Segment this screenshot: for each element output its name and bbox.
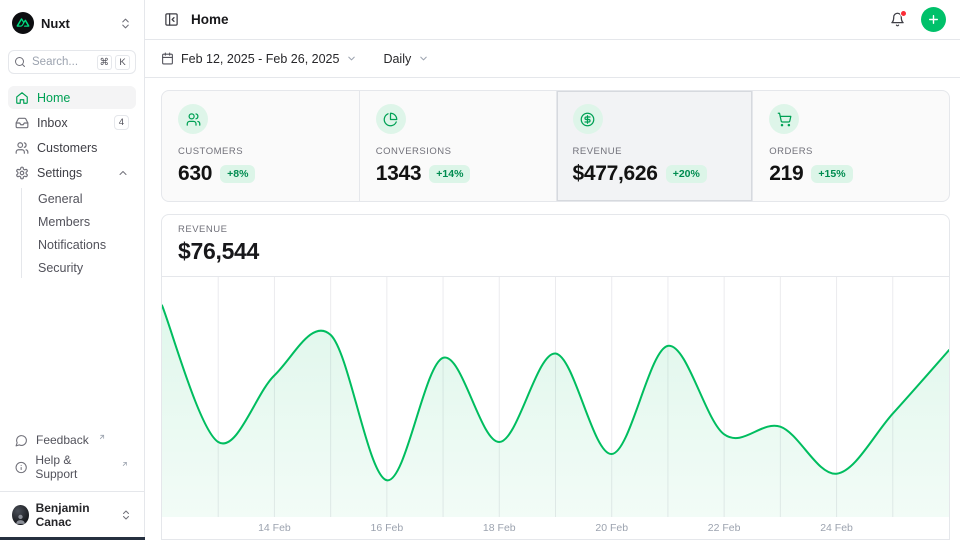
- sidebar-nav: Home Inbox 4 Customers Settings General: [8, 86, 136, 278]
- chart-metric-value: $76,544: [178, 238, 933, 265]
- settings-sub-list: General Members Notifications Security: [21, 188, 136, 278]
- message-bubble-icon: [15, 434, 28, 447]
- sidebar-item-customers[interactable]: Customers: [8, 136, 136, 159]
- sidebar-divider: [0, 491, 144, 492]
- search-input[interactable]: ⌘ K: [8, 50, 136, 74]
- sidebar-item-settings[interactable]: Settings: [8, 161, 136, 184]
- external-link-icon: [98, 433, 106, 441]
- stat-card-customers[interactable]: CUSTOMERS 630 +8%: [162, 91, 359, 201]
- sidebar-item-inbox[interactable]: Inbox 4: [8, 111, 136, 134]
- workspace-name: Nuxt: [41, 16, 70, 31]
- page-title: Home: [191, 12, 229, 27]
- help-support-link[interactable]: Help & Support: [8, 450, 136, 484]
- stat-card-conversions[interactable]: CONVERSIONS 1343 +14%: [359, 91, 556, 201]
- stat-card-revenue[interactable]: REVENUE $477,626 +20%: [556, 91, 753, 201]
- revenue-area-chart[interactable]: [162, 277, 949, 517]
- revenue-chart-card: REVENUE $76,544: [161, 214, 950, 540]
- sidebar-item-label: Home: [37, 91, 70, 105]
- dollar-circle-icon: [573, 104, 603, 134]
- gear-icon: [15, 166, 29, 180]
- feedback-link[interactable]: Feedback: [8, 430, 136, 450]
- kbd-k: K: [115, 55, 130, 70]
- stat-label: REVENUE: [573, 146, 737, 157]
- chevron-up-icon: [117, 167, 129, 179]
- help-support-label: Help & Support: [35, 453, 112, 481]
- notifications-button[interactable]: [886, 9, 908, 31]
- x-axis-label: 24 Feb: [820, 522, 853, 534]
- search-shortcut: ⌘ K: [97, 55, 131, 70]
- home-icon: [15, 91, 29, 105]
- users-icon: [15, 141, 29, 155]
- sidebar-item-label: Settings: [37, 166, 82, 180]
- stats-row: CUSTOMERS 630 +8% CONVERSIONS 1343 +14%: [161, 90, 950, 202]
- sidebar-item-notifications[interactable]: Notifications: [32, 234, 136, 255]
- sidebar-item-general[interactable]: General: [32, 188, 136, 209]
- add-button[interactable]: [921, 7, 946, 32]
- stat-value: 1343: [376, 162, 422, 186]
- filter-toolbar: Feb 12, 2025 - Feb 26, 2025 Daily: [145, 40, 960, 78]
- external-link-icon: [121, 460, 129, 468]
- notification-dot: [900, 10, 907, 17]
- chevron-up-down-icon: [119, 17, 132, 30]
- sidebar-item-label: Inbox: [37, 116, 68, 130]
- pie-chart-icon: [376, 104, 406, 134]
- sidebar-item-label: Customers: [37, 141, 97, 155]
- inbox-count-badge: 4: [114, 115, 129, 130]
- nuxt-logo-icon: [12, 12, 34, 34]
- chevron-up-down-icon: [120, 509, 132, 521]
- workspace-switcher[interactable]: Nuxt: [8, 8, 136, 38]
- sidebar: Nuxt ⌘ K Home Inbox 4: [0, 0, 145, 540]
- user-menu[interactable]: Benjamin Canac: [8, 498, 136, 532]
- calendar-icon: [161, 52, 174, 65]
- period-label: Daily: [383, 52, 411, 66]
- stat-value: $477,626: [573, 162, 658, 186]
- dashboard-content: CUSTOMERS 630 +8% CONVERSIONS 1343 +14%: [145, 78, 960, 540]
- main-panel: Home Feb 12, 2025 - Feb 26, 2025 Daily: [145, 0, 960, 540]
- chart-header: REVENUE $76,544: [162, 215, 949, 277]
- sidebar-item-security[interactable]: Security: [32, 257, 136, 278]
- stat-delta-badge: +20%: [666, 165, 707, 183]
- stat-value: 219: [769, 162, 803, 186]
- page-header: Home: [145, 0, 960, 40]
- users-icon: [178, 104, 208, 134]
- chart-metric-label: REVENUE: [178, 224, 933, 235]
- search-field[interactable]: [32, 56, 80, 68]
- plus-icon: [927, 13, 940, 26]
- chevron-down-icon: [418, 53, 429, 64]
- date-range-label: Feb 12, 2025 - Feb 26, 2025: [181, 52, 339, 66]
- feedback-label: Feedback: [36, 433, 89, 447]
- x-axis-label: 14 Feb: [258, 522, 291, 534]
- stat-card-orders[interactable]: ORDERS 219 +15%: [752, 91, 949, 201]
- sidebar-item-home[interactable]: Home: [8, 86, 136, 109]
- panel-collapse-icon: [164, 12, 179, 27]
- app-window: Nuxt ⌘ K Home Inbox 4: [0, 0, 960, 540]
- shopping-cart-icon: [769, 104, 799, 134]
- user-name: Benjamin Canac: [36, 501, 113, 529]
- x-axis-label: 20 Feb: [595, 522, 628, 534]
- search-icon: [14, 56, 26, 68]
- stat-delta-badge: +8%: [220, 165, 255, 183]
- inbox-icon: [15, 116, 29, 130]
- x-axis-label: 16 Feb: [370, 522, 403, 534]
- sidebar-item-members[interactable]: Members: [32, 211, 136, 232]
- chevron-down-icon: [346, 53, 357, 64]
- period-select[interactable]: Daily: [383, 52, 429, 66]
- stat-delta-badge: +14%: [429, 165, 470, 183]
- kbd-command: ⌘: [97, 55, 113, 70]
- info-circle-icon: [15, 461, 27, 474]
- stat-label: ORDERS: [769, 146, 933, 157]
- stat-label: CONVERSIONS: [376, 146, 540, 157]
- x-axis-label: 18 Feb: [483, 522, 516, 534]
- date-range-picker[interactable]: Feb 12, 2025 - Feb 26, 2025: [161, 52, 357, 66]
- stat-label: CUSTOMERS: [178, 146, 343, 157]
- avatar: [12, 505, 29, 525]
- sidebar-collapse-button[interactable]: [161, 10, 181, 30]
- stat-value: 630: [178, 162, 212, 186]
- x-axis: 14 Feb 16 Feb 18 Feb 20 Feb 22 Feb 24 Feb: [162, 517, 949, 539]
- stat-delta-badge: +15%: [811, 165, 852, 183]
- x-axis-label: 22 Feb: [708, 522, 741, 534]
